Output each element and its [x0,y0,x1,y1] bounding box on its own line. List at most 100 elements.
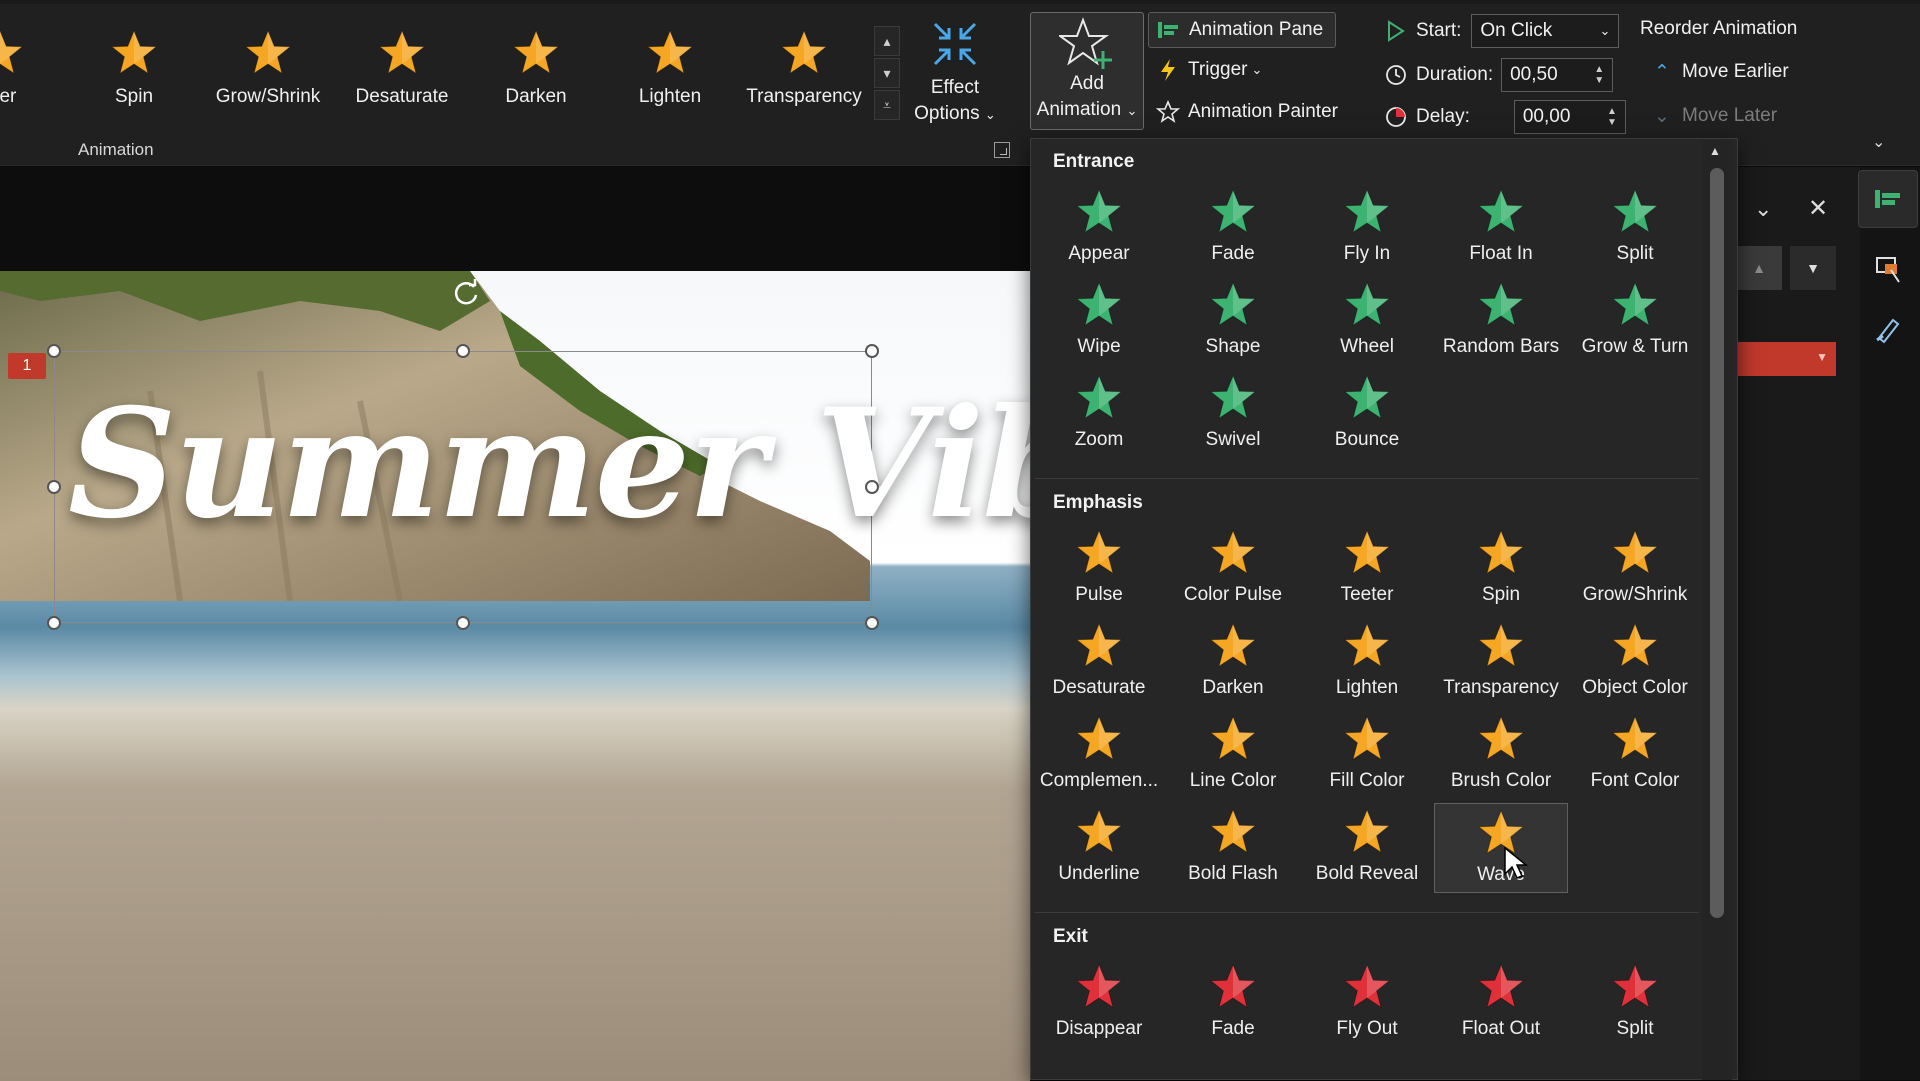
entrance-item-wipe[interactable]: Wipe [1032,276,1166,366]
resize-handle-top-right[interactable] [865,344,879,358]
entrance-item-appear[interactable]: Appear [1032,183,1166,273]
emphasis-item-transparency[interactable]: Transparency [1434,617,1568,707]
entrance-item-split[interactable]: Split [1568,183,1702,273]
entrance-item-wheel[interactable]: Wheel [1300,276,1434,366]
pane-close-icon[interactable]: ✕ [1808,194,1828,223]
entrance-item-grow-turn[interactable]: Grow & Turn [1568,276,1702,366]
emphasis-item-wave[interactable]: Wave [1434,803,1568,893]
exit-item-fade[interactable]: Fade [1166,958,1300,1048]
gallery-scroll-down-button[interactable]: ▾ [874,58,900,88]
resize-handle-top-left[interactable] [47,344,61,358]
ribbon-gallery-item-lighten[interactable]: Lighten [603,28,737,114]
entrance-item-bounce[interactable]: Bounce [1300,369,1434,459]
duration-spinner[interactable]: 00,50 ▲ ▼ [1501,58,1614,92]
chevron-down-icon: ▼ [1816,350,1828,364]
exit-item-split[interactable]: Split [1568,958,1702,1048]
pulse-emphasis-star-icon [1075,529,1123,575]
resize-handle-top-center[interactable] [456,344,470,358]
dropdown-scroll-thumb[interactable] [1710,168,1724,918]
slide-title-text[interactable]: Summer Vibes [68,389,1030,539]
emphasis-item-object-color[interactable]: Object Color [1568,617,1702,707]
emphasis-item-teeter[interactable]: Teeter [1300,524,1434,614]
resize-handle-middle-left[interactable] [47,480,61,494]
spin-star-icon [110,29,158,75]
add-animation-button[interactable]: Add Animation ⌄ [1030,12,1144,130]
ribbon-gallery-item-label: Desaturate [355,86,449,107]
delay-spinner[interactable]: 00,00 ▲ ▼ [1513,100,1626,134]
resize-handle-bottom-right[interactable] [865,616,879,630]
emphasis-item-line-color[interactable]: Line Color [1166,710,1300,800]
emphasis-item-complemen[interactable]: Complemen... [1032,710,1166,800]
gallery-more-button[interactable]: ⩡ [874,90,900,120]
entrance-item-zoom[interactable]: Zoom [1032,369,1166,459]
move-later-button[interactable]: ⌄ Move Later [1650,104,1777,128]
ribbon-gallery-item-desaturate[interactable]: Desaturate [335,28,469,114]
animation-painter-button[interactable]: Animation Painter [1156,100,1338,124]
exit-item-fly-out[interactable]: Fly Out [1300,958,1434,1048]
duration-row: Duration: 00,50 ▲ ▼ [1384,58,1614,92]
spinner-arrows-icon[interactable]: ▲ ▼ [1594,64,1604,86]
entrance-item-fade[interactable]: Fade [1166,183,1300,273]
ribbon-gallery-item-darken[interactable]: Darken [469,28,603,114]
ribbon-gallery-item-label: Lighten [638,86,702,107]
rotate-handle-icon[interactable] [450,277,482,309]
emphasis-item-bold-reveal[interactable]: Bold Reveal [1300,803,1434,893]
format-brush-rail-icon[interactable] [1858,300,1918,358]
ribbon-gallery-item-transparency[interactable]: Transparency [737,28,871,114]
entrance-item-float-in[interactable]: Float In [1434,183,1568,273]
move-down-button[interactable]: ▼ [1790,246,1836,290]
animation-order-badge[interactable]: 1 [8,353,46,379]
entrance-item-label: Wipe [1077,336,1121,357]
pane-options-chevron-icon[interactable]: ⌄ [1754,196,1772,222]
move-earlier-label: Move Earlier [1682,61,1789,82]
emphasis-item-underline[interactable]: Underline [1032,803,1166,893]
move-up-button[interactable]: ▲ [1736,246,1782,290]
entrance-item-fly-in[interactable]: Fly In [1300,183,1434,273]
emphasis-item-bold-flash[interactable]: Bold Flash [1166,803,1300,893]
exit-item-disappear[interactable]: Disappear [1032,958,1166,1048]
exit-item-float-out[interactable]: Float Out [1434,958,1568,1048]
entrance-item-random-bars[interactable]: Random Bars [1434,276,1568,366]
resize-handle-middle-right[interactable] [865,480,879,494]
entrance-item-shape[interactable]: Shape [1166,276,1300,366]
spinner-arrows-icon[interactable]: ▲ ▼ [1607,106,1617,128]
section-divider [1035,478,1699,479]
emphasis-item-brush-color[interactable]: Brush Color [1434,710,1568,800]
emphasis-item-color-pulse[interactable]: Color Pulse [1166,524,1300,614]
dialog-launcher-icon[interactable] [994,142,1010,158]
emphasis-item-spin[interactable]: Spin [1434,524,1568,614]
emphasis-item-darken[interactable]: Darken [1166,617,1300,707]
fly-in-entrance-star-icon [1343,188,1391,234]
move-earlier-button[interactable]: ⌃ Move Earlier [1650,60,1789,84]
animation-list-item[interactable]: ▼ [1736,342,1836,376]
brush-color-emphasis-star-icon [1477,715,1525,761]
animation-group-label: Animation [78,140,154,159]
trigger-button[interactable]: Trigger ⌄ [1156,58,1262,82]
ribbon-gallery-item-label: eter [0,86,17,107]
ribbon-gallery-item-grow-shrink[interactable]: Grow/Shrink [201,28,335,114]
animation-pane-button[interactable]: Animation Pane [1148,12,1337,48]
emphasis-item-font-color[interactable]: Font Color [1568,710,1702,800]
emphasis-item-label: Font Color [1590,770,1680,791]
resize-handle-bottom-center[interactable] [456,616,470,630]
emphasis-item-grow-shrink[interactable]: Grow/Shrink [1568,524,1702,614]
ribbon-gallery-item-spin[interactable]: Spin [67,28,201,114]
start-select[interactable]: On Click ⌄ [1471,14,1620,48]
emphasis-item-fill-color[interactable]: Fill Color [1300,710,1434,800]
resize-handle-bottom-left[interactable] [47,616,61,630]
emphasis-item-label: Darken [1202,677,1264,698]
emphasis-item-label: Spin [1481,584,1521,605]
ribbon-gallery-item-eter[interactable]: eter [0,28,67,114]
entrance-item-swivel[interactable]: Swivel [1166,369,1300,459]
scroll-up-arrow-icon[interactable]: ▲ [1709,144,1721,158]
animation-pane-rail-icon[interactable] [1858,170,1918,228]
selection-pane-rail-icon[interactable] [1858,240,1918,298]
slide-canvas[interactable]: 1 Summer Vibes [0,271,1030,1081]
emphasis-item-desaturate[interactable]: Desaturate [1032,617,1166,707]
gallery-scroll-up-button[interactable]: ▴ [874,26,900,56]
emphasis-item-lighten[interactable]: Lighten [1300,617,1434,707]
ribbon-collapse-chevron-icon[interactable]: ⌄ [1872,132,1885,152]
entrance-item-label: Wheel [1340,336,1394,357]
effect-options-button[interactable]: Effect Options ⌄ [905,18,1005,128]
emphasis-item-pulse[interactable]: Pulse [1032,524,1166,614]
